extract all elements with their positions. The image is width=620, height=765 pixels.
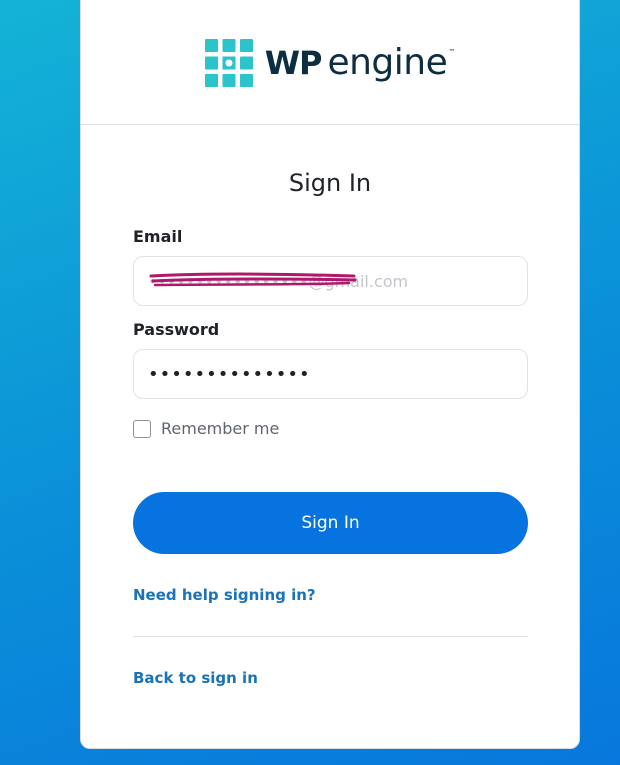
email-label: Email [133,227,183,246]
back-to-sign-in-link[interactable]: Back to sign in [133,669,527,687]
logo-wp: WP [264,43,323,82]
wp-engine-logo-mark-icon [204,38,253,87]
remember-me-row[interactable]: Remember me [133,419,527,438]
remember-me-checkbox[interactable] [133,419,151,438]
logo-trademark: ™ [448,47,456,56]
logo-engine: engine [327,41,448,83]
need-help-link[interactable]: Need help signing in? [133,586,527,604]
sign-in-card: WP engine ™ Sign In Email Password Remem… [80,0,580,749]
password-field[interactable] [133,349,528,399]
wp-engine-logo: WP engine ™ [204,38,456,87]
divider [133,636,528,637]
card-body: Sign In Email Password Remember me Sign … [81,169,579,687]
card-header: WP engine ™ [81,0,579,125]
email-field-wrapper [133,256,528,306]
remember-me-label[interactable]: Remember me [161,419,279,438]
sign-in-button[interactable]: Sign In [133,492,528,554]
password-label: Password [133,320,220,339]
email-field[interactable] [133,256,528,306]
wp-engine-wordmark: WP engine ™ [264,41,456,83]
page-title: Sign In [288,169,372,197]
